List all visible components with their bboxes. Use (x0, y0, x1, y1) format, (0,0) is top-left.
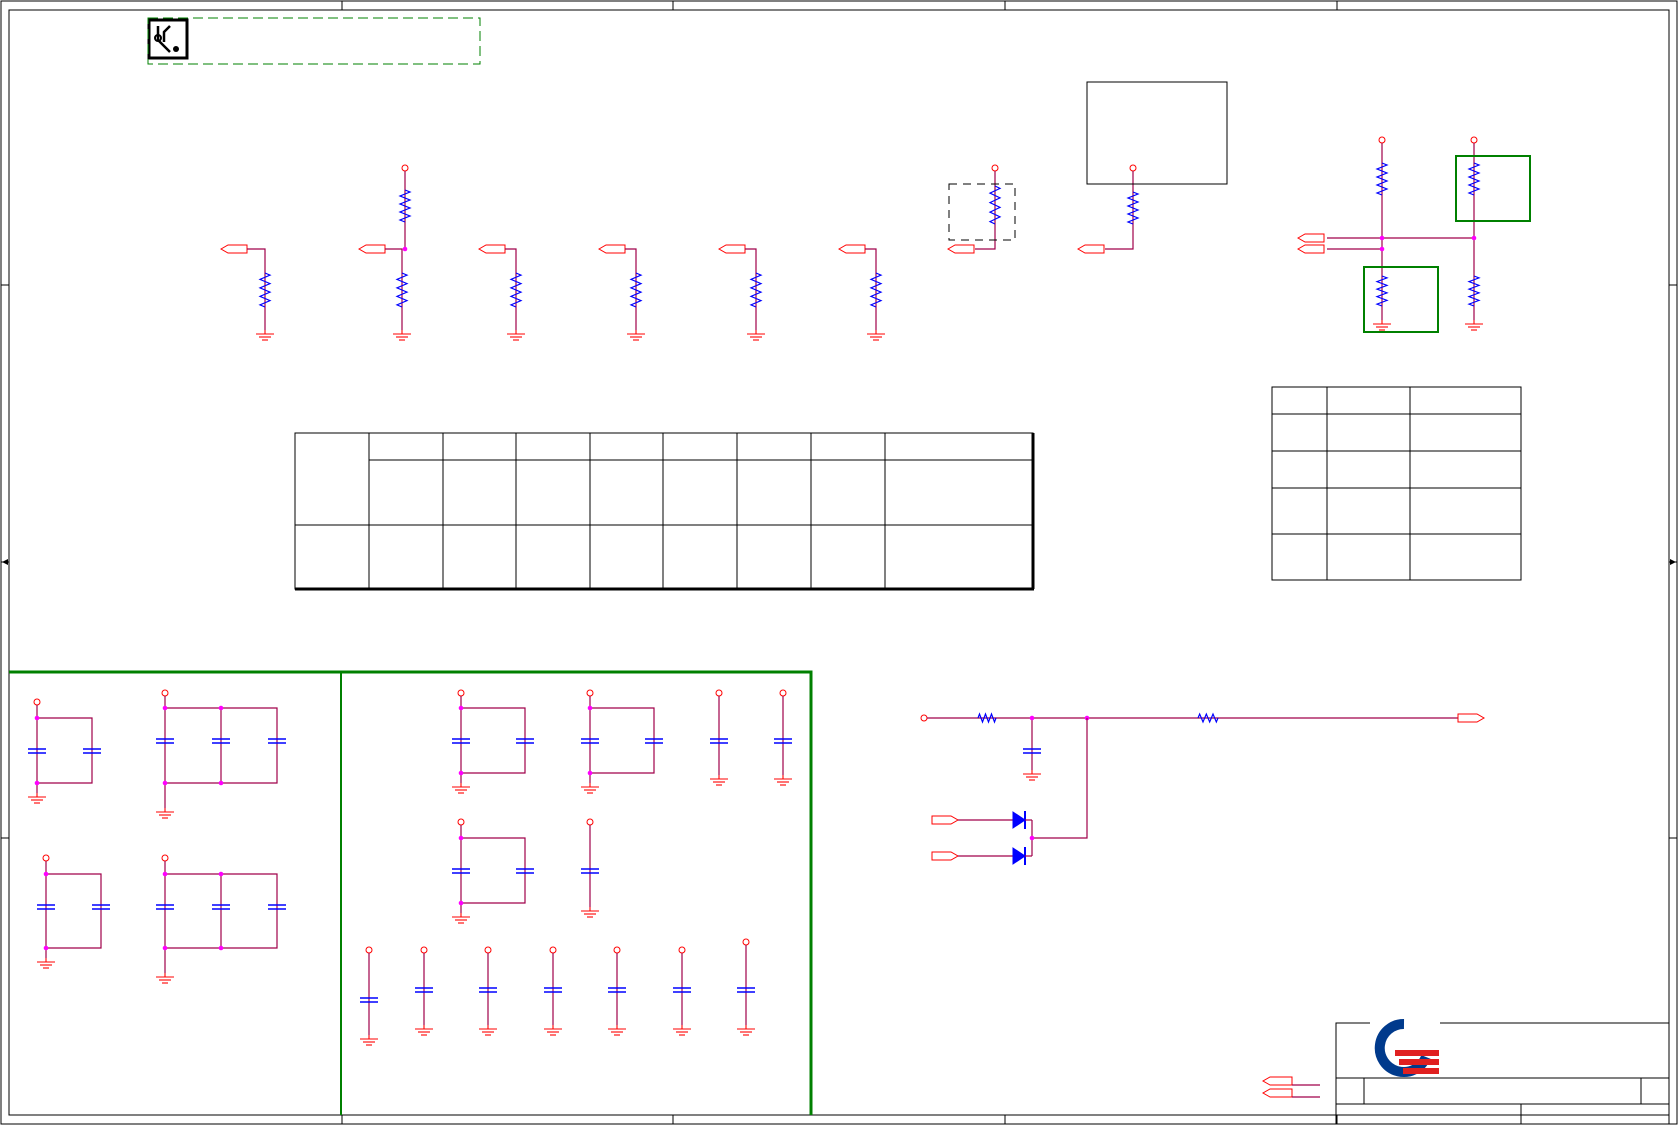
net-port (1296, 233, 1325, 243)
power-port (715, 689, 723, 697)
junction (587, 705, 593, 711)
junction (162, 871, 168, 877)
power-port (365, 946, 373, 954)
wire (46, 873, 102, 949)
power-port (457, 818, 465, 826)
junction (162, 780, 168, 786)
strap-resistors (219, 164, 1140, 341)
filter-network (920, 712, 1486, 865)
net-port (1296, 244, 1325, 254)
junction (1379, 246, 1385, 252)
power-port (549, 946, 557, 954)
diode-icon (1012, 811, 1026, 829)
power-port (457, 689, 465, 697)
quanta-logo-icon (1370, 1015, 1440, 1077)
power-port (678, 946, 686, 954)
power-port (1378, 136, 1386, 144)
schematic-sheet (0, 0, 1678, 1125)
junction (1379, 235, 1385, 241)
net-port (219, 244, 248, 254)
junction (458, 835, 464, 841)
net-port (1457, 713, 1486, 723)
junction (402, 246, 408, 252)
power-port (586, 818, 594, 826)
net-port (946, 244, 975, 254)
circuit-board-icon (147, 18, 189, 60)
net-port (931, 851, 960, 861)
junction (458, 705, 464, 711)
junction (1471, 235, 1477, 241)
net-port (357, 244, 386, 254)
junction (43, 871, 49, 877)
resistor (977, 712, 997, 724)
junction (218, 945, 224, 951)
wire (1105, 171, 1134, 250)
power-port (161, 689, 169, 697)
junction (218, 871, 224, 877)
net-port (837, 244, 866, 254)
power-port (920, 714, 928, 722)
net-port (931, 815, 960, 825)
decoupling-section (9, 670, 813, 1115)
power-port (991, 164, 999, 172)
junction (458, 900, 464, 906)
junction (162, 705, 168, 711)
wire (461, 837, 526, 904)
net-port (477, 244, 506, 254)
strap-table (294, 432, 1035, 591)
net-port (717, 244, 746, 254)
power-port (742, 938, 750, 946)
junction (43, 945, 49, 951)
net-port (597, 244, 626, 254)
junction (218, 705, 224, 711)
optional-part-box (948, 183, 1016, 241)
power-port (779, 689, 787, 697)
highlight-box (1455, 155, 1531, 222)
power-port (401, 164, 409, 172)
power-port (33, 698, 41, 706)
power-port (484, 946, 492, 954)
note-rectangle (1086, 81, 1228, 185)
sheet-border (0, 0, 1678, 1125)
power-port (586, 689, 594, 697)
junction (34, 780, 40, 786)
config-table (1271, 386, 1522, 581)
wire (1032, 718, 1088, 839)
wire (975, 171, 996, 250)
junction (1029, 835, 1035, 841)
power-port (42, 854, 50, 862)
power-port (1129, 164, 1137, 172)
junction (1029, 715, 1035, 721)
power-port (613, 946, 621, 954)
power-port (161, 854, 169, 862)
power-port (420, 946, 428, 954)
power-port (1470, 136, 1478, 144)
junction (162, 945, 168, 951)
decoupling-caps (28, 689, 792, 1046)
net-port (1076, 244, 1105, 254)
resistor (1197, 712, 1219, 724)
title-block-ports (1261, 1076, 1320, 1098)
junction (218, 780, 224, 786)
wire (37, 717, 93, 784)
junction (587, 770, 593, 776)
wire (461, 707, 526, 774)
divider-network (1296, 136, 1531, 333)
diode-icon (1012, 847, 1026, 865)
highlight-box (1363, 266, 1439, 333)
junction (458, 770, 464, 776)
wire (590, 707, 655, 774)
junction (34, 715, 40, 721)
note-box (147, 17, 481, 65)
